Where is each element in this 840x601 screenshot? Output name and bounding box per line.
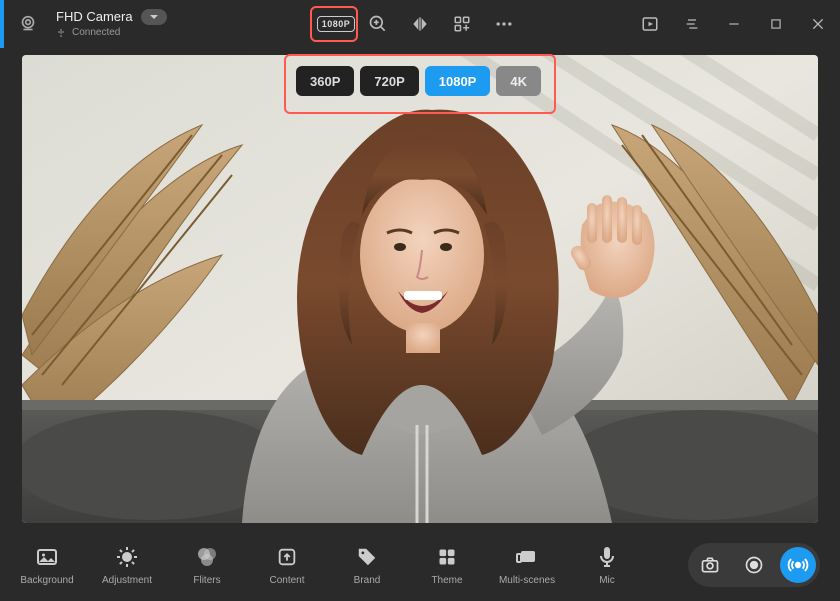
play-preview-button[interactable]	[636, 10, 664, 38]
theme-icon	[437, 544, 457, 570]
tool-mic[interactable]: Mic	[580, 544, 634, 586]
mirror-button[interactable]	[406, 10, 434, 38]
minimize-button[interactable]	[720, 10, 748, 38]
app-accent-bar	[0, 0, 4, 48]
title-bar: FHD Camera Connected 1080P	[0, 0, 840, 48]
tool-content[interactable]: Content	[260, 544, 314, 586]
bottom-toolbar: Background Adjustment Fliters Content Br…	[0, 529, 840, 601]
res-option-1080p[interactable]: 1080P	[425, 66, 491, 96]
tool-adjustment-label: Adjustment	[102, 575, 152, 586]
tool-theme-label: Theme	[431, 575, 462, 586]
stream-button[interactable]	[780, 547, 816, 583]
connection-status-label: Connected	[72, 27, 120, 39]
mic-icon	[597, 544, 617, 570]
capture-controls	[688, 543, 820, 587]
tool-adjustment[interactable]: Adjustment	[100, 544, 154, 586]
image-icon	[35, 544, 59, 570]
tool-content-label: Content	[269, 575, 304, 586]
connection-status: Connected	[56, 27, 167, 39]
res-option-720p[interactable]: 720P	[360, 66, 418, 96]
tag-icon	[356, 544, 378, 570]
camera-name: FHD Camera	[56, 9, 133, 25]
zoom-in-button[interactable]	[364, 10, 392, 38]
tool-brand[interactable]: Brand	[340, 544, 394, 586]
resolution-button[interactable]: 1080P	[322, 10, 350, 38]
menu-lines-button[interactable]	[678, 10, 706, 38]
tool-mic-label: Mic	[599, 575, 615, 586]
scenes-icon	[515, 544, 539, 570]
tool-theme[interactable]: Theme	[420, 544, 474, 586]
camera-device-icon	[16, 13, 40, 35]
resolution-badge-label: 1080P	[317, 16, 356, 32]
resolution-popup: 360P 720P 1080P 4K	[296, 66, 541, 96]
camera-dropdown[interactable]	[141, 9, 167, 25]
snapshot-button[interactable]	[692, 547, 728, 583]
tool-filters-label: Fliters	[193, 575, 220, 586]
res-option-360p[interactable]: 360P	[296, 66, 354, 96]
camera-preview[interactable]	[22, 55, 818, 523]
maximize-button[interactable]	[762, 10, 790, 38]
more-options-button[interactable]	[490, 10, 518, 38]
record-button[interactable]	[736, 547, 772, 583]
tool-background[interactable]: Background	[20, 544, 74, 586]
upload-icon	[276, 544, 298, 570]
res-option-4k[interactable]: 4K	[496, 66, 541, 96]
tool-filters[interactable]: Fliters	[180, 544, 234, 586]
close-button[interactable]	[804, 10, 832, 38]
filters-icon	[195, 544, 219, 570]
tool-multi-scenes[interactable]: Multi-scenes	[500, 544, 554, 586]
brightness-icon	[115, 544, 139, 570]
tool-background-label: Background	[20, 575, 73, 586]
layout-grid-button[interactable]	[448, 10, 476, 38]
tool-brand-label: Brand	[354, 575, 381, 586]
tool-multiscenes-label: Multi-scenes	[499, 575, 555, 586]
